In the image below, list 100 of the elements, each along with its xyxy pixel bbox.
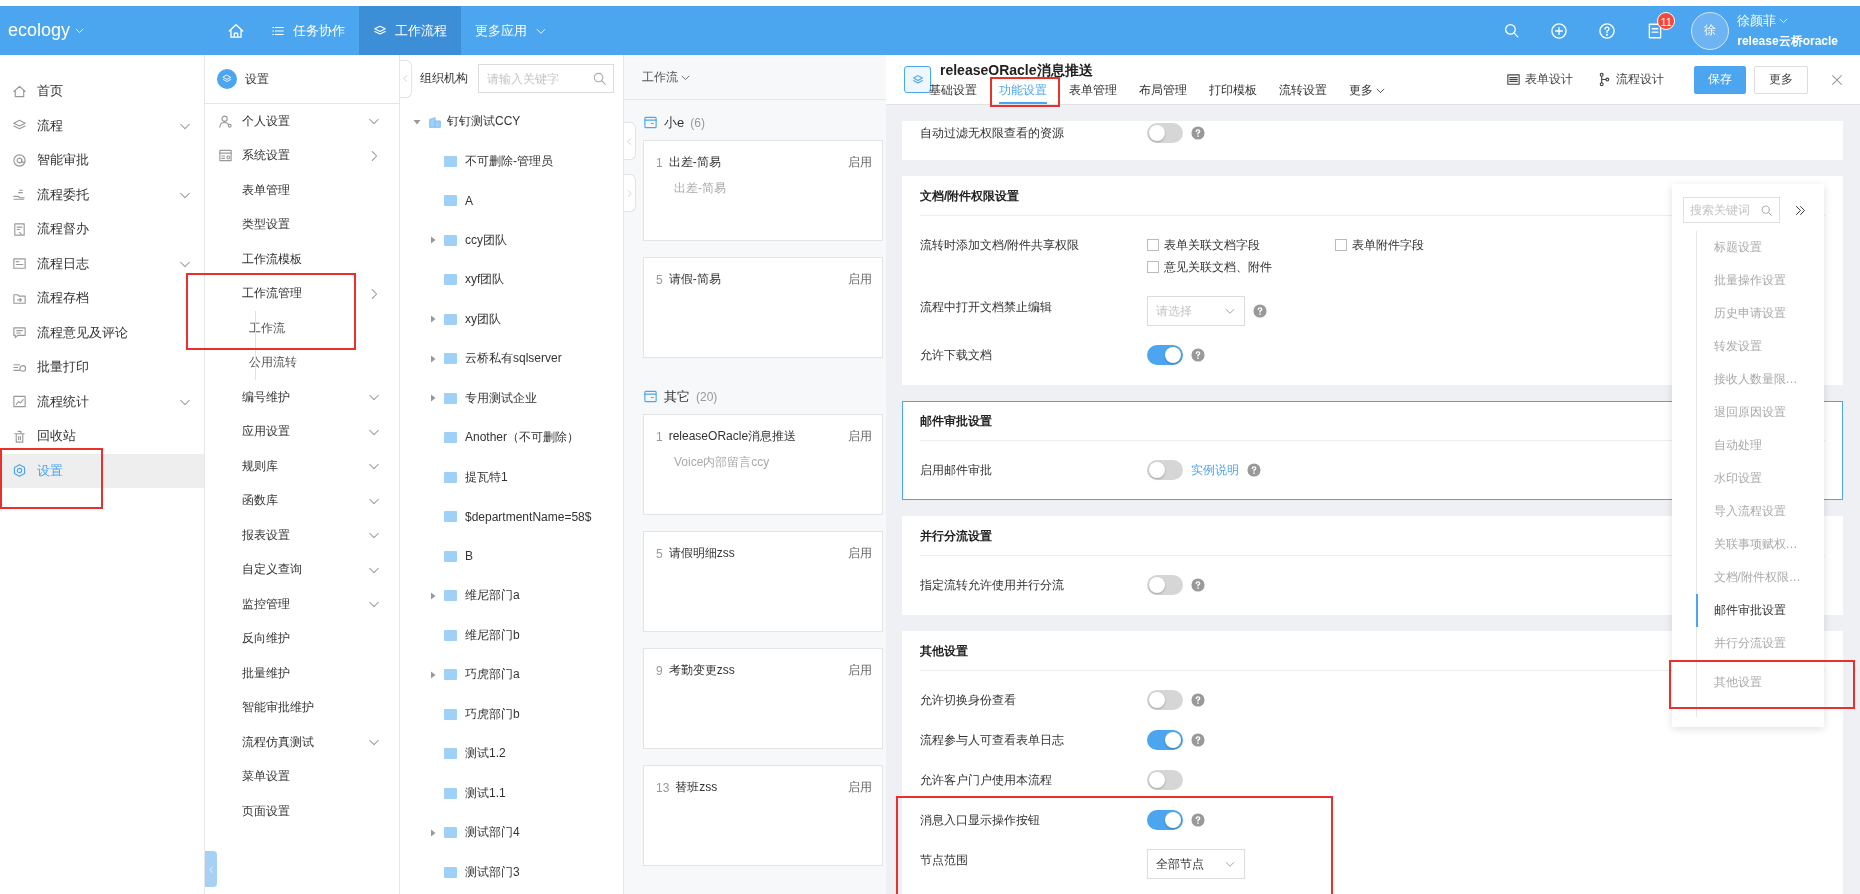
- sidebar-item[interactable]: 流程委托: [37, 185, 168, 204]
- search-field[interactable]: 搜索关键词: [1683, 197, 1780, 223]
- checkbox-label: 意见关联文档、附件: [1164, 259, 1272, 276]
- tree-node[interactable]: xyf团队: [465, 271, 505, 289]
- menu-item[interactable]: 个人设置: [242, 112, 367, 130]
- expand-arrow-icon[interactable]: [413, 117, 421, 126]
- tree-node[interactable]: 不可删除-管理员: [465, 152, 553, 170]
- tree-node[interactable]: 巧虎部门a: [465, 666, 520, 684]
- tree-node[interactable]: 测试1.2: [465, 745, 506, 763]
- settings-tab[interactable]: 基础设置: [929, 80, 977, 104]
- menu-item[interactable]: 智能审批维护: [242, 699, 367, 717]
- tree-node[interactable]: 测试部门4: [465, 824, 520, 842]
- toggle-switch[interactable]: [1147, 770, 1183, 790]
- menu-item[interactable]: 工作流管理: [242, 285, 367, 303]
- tree-node[interactable]: ccy团队: [465, 231, 507, 249]
- sidebar-item[interactable]: 流程存档: [37, 289, 192, 308]
- collapse-arrow-icon[interactable]: [429, 354, 437, 363]
- menu-item[interactable]: 系统设置: [242, 147, 367, 165]
- sidebar-item[interactable]: 批量打印: [37, 358, 192, 377]
- expand-handle[interactable]: [624, 174, 636, 212]
- tree-node[interactable]: 维尼部门a: [465, 587, 520, 605]
- tree-node[interactable]: 巧虎部门b: [465, 705, 520, 723]
- menu-item[interactable]: 反向维护: [242, 630, 367, 648]
- sidebar-item[interactable]: 首页: [37, 82, 192, 101]
- sidebar-item[interactable]: 流程督办: [37, 220, 192, 239]
- sidebar-item[interactable]: 回收站: [37, 427, 192, 446]
- sidebar-item[interactable]: 流程意见及评论: [37, 323, 192, 342]
- close-icon: [1830, 72, 1844, 87]
- toggle-switch[interactable]: [1147, 810, 1183, 830]
- tree-node[interactable]: $departmentName=58$: [465, 509, 592, 524]
- comment-icon: [12, 325, 27, 341]
- sidebar-item[interactable]: 流程统计: [37, 392, 168, 411]
- checkbox[interactable]: [1335, 239, 1347, 251]
- toggle-switch[interactable]: [1147, 460, 1183, 480]
- workflow-card[interactable]: 1 releaseORacle消息推送 启用 Voice内部留言ccy: [643, 414, 883, 515]
- settings-tab[interactable]: 表单管理: [1069, 80, 1117, 104]
- tree-node[interactable]: 维尼部门b: [465, 626, 520, 644]
- menu-item[interactable]: 表单管理: [242, 181, 367, 199]
- anchor-item[interactable]: 邮件审批设置: [1695, 594, 1824, 627]
- workflow-card[interactable]: 1 出差-简易 启用 出差-简易: [643, 140, 883, 241]
- tree-node[interactable]: xy团队: [465, 310, 501, 328]
- collapse-arrow-icon[interactable]: [429, 236, 437, 245]
- sidebar-item[interactable]: 流程日志: [37, 254, 168, 273]
- collapse-arrow-icon[interactable]: [429, 670, 437, 679]
- select-field[interactable]: 全部节点: [1147, 849, 1245, 879]
- tree-node[interactable]: A: [465, 193, 473, 208]
- tree-node[interactable]: B: [465, 549, 473, 564]
- menu-item[interactable]: 流程仿真测试: [242, 733, 367, 751]
- settings-tab[interactable]: 打印模板: [1209, 80, 1257, 104]
- more-button[interactable]: 更多: [1754, 65, 1808, 94]
- settings-tab[interactable]: 更多: [1349, 80, 1386, 104]
- toggle-switch[interactable]: [1147, 575, 1183, 595]
- menu-item[interactable]: 菜单设置: [242, 768, 367, 786]
- sidebar-item[interactable]: 智能审批: [37, 151, 192, 170]
- menu-item[interactable]: 工作流模板: [242, 250, 367, 268]
- collapse-handle[interactable]: [400, 59, 412, 98]
- help-icon: [1191, 348, 1205, 362]
- checkbox[interactable]: [1147, 261, 1159, 273]
- workflow-filter[interactable]: 工作流: [642, 68, 678, 86]
- menu-item[interactable]: 批量维护: [242, 664, 367, 682]
- tree-node[interactable]: Another（不可删除）: [465, 429, 580, 447]
- workflow-card[interactable]: 5 请假-简易 启用: [643, 257, 883, 358]
- menu-item[interactable]: 页面设置: [242, 802, 367, 820]
- menu-item[interactable]: 编号维护: [242, 388, 367, 406]
- tree-node[interactable]: 专用测试企业: [465, 389, 537, 407]
- tree-node[interactable]: 提瓦特1: [465, 468, 508, 486]
- collapse-arrow-icon[interactable]: [429, 394, 437, 403]
- menu-item[interactable]: 类型设置: [242, 216, 367, 234]
- settings-tab[interactable]: 布局管理: [1139, 80, 1187, 104]
- toggle-switch[interactable]: [1147, 730, 1183, 750]
- collapse-handle[interactable]: [624, 122, 636, 160]
- toggle-switch[interactable]: [1147, 345, 1183, 365]
- collapse-arrow-icon[interactable]: [429, 828, 437, 837]
- collapse-arrow-icon[interactable]: [429, 591, 437, 600]
- tree-node[interactable]: 测试部门3: [465, 863, 520, 881]
- workflow-card[interactable]: 9 考勤变更zss 启用: [643, 648, 883, 749]
- tree-node[interactable]: 钉钉测试CCY: [447, 113, 521, 131]
- toggle-switch[interactable]: [1147, 123, 1183, 143]
- tree-node[interactable]: 云桥私有sqlserver: [465, 350, 562, 368]
- workflow-card[interactable]: 13 替班zss 启用: [643, 765, 883, 866]
- menu-item[interactable]: 函数库: [242, 492, 367, 510]
- menu-item[interactable]: 公用流转: [249, 354, 381, 372]
- checkbox[interactable]: [1147, 239, 1159, 251]
- menu-item[interactable]: 自定义查询: [242, 561, 367, 579]
- collapse-arrow-icon[interactable]: [429, 315, 437, 324]
- settings-tab[interactable]: 流转设置: [1279, 80, 1327, 104]
- double-chevron-icon: [1794, 203, 1807, 217]
- form-design-button[interactable]: 表单设计: [1498, 71, 1581, 88]
- menu-item[interactable]: 监控管理: [242, 595, 367, 613]
- tree-node[interactable]: 测试1.1: [465, 784, 506, 802]
- toggle-switch[interactable]: [1147, 690, 1183, 710]
- menu-item[interactable]: 报表设置: [242, 526, 367, 544]
- menu-item[interactable]: 规则库: [242, 457, 367, 475]
- flow-design-button[interactable]: 流程设计: [1589, 71, 1672, 88]
- menu-item[interactable]: 应用设置: [242, 423, 367, 441]
- collapse-handle[interactable]: [205, 851, 217, 887]
- workflow-card[interactable]: 5 请假明细zss 启用: [643, 531, 883, 632]
- folder-icon: [444, 866, 457, 878]
- sidebar-item[interactable]: 流程: [37, 116, 168, 135]
- setting-label: 流程中打开文档禁止编辑: [920, 299, 1053, 316]
